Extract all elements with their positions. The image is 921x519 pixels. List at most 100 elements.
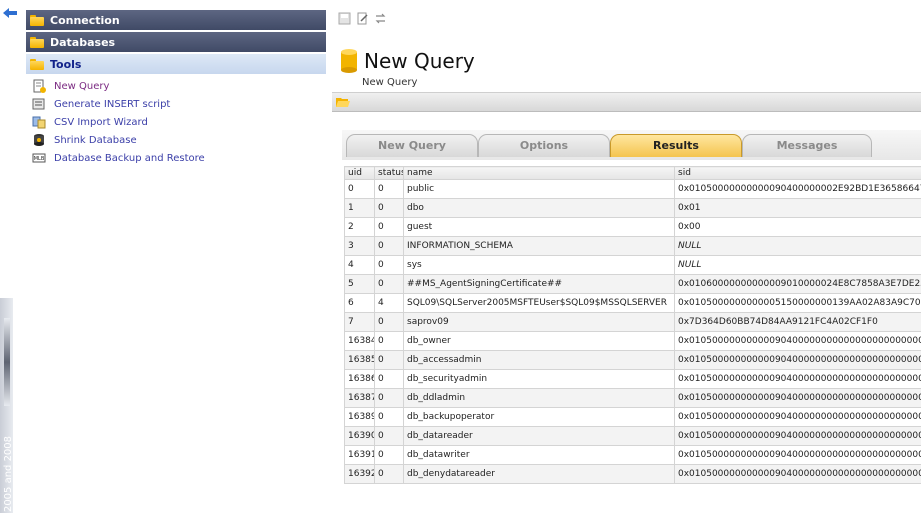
table-cell-uid: 16390 xyxy=(345,427,375,446)
table-cell-uid: 3 xyxy=(345,237,375,256)
results-table: uid status name sid 00public0x0105000000… xyxy=(344,166,921,484)
table-cell-status: 0 xyxy=(375,237,404,256)
tool-shrink-database[interactable]: Shrink Database xyxy=(32,132,137,148)
table-cell-uid: 16389 xyxy=(345,408,375,427)
section-label: Connection xyxy=(50,14,120,27)
table-cell-name: db_datawriter xyxy=(404,446,675,465)
new-query-icon xyxy=(32,79,46,93)
table-cell-sid: 0x01050000000000090400000000000000000000… xyxy=(675,446,921,465)
table-row[interactable]: 163920db_denydatareader0x010500000000000… xyxy=(345,465,921,484)
table-row[interactable]: 00public0x01050000000000090400000002E92B… xyxy=(345,180,921,199)
column-header[interactable]: name xyxy=(404,167,675,180)
table-row[interactable]: 163910db_datawriter0x0105000000000009040… xyxy=(345,446,921,465)
column-header[interactable]: uid xyxy=(345,167,375,180)
table-cell-sid: 0x7D364D60BB74D84AA9121FC4A02CF1F0 xyxy=(675,313,921,332)
table-cell-sid: NULL xyxy=(675,237,921,256)
script-icon xyxy=(32,97,46,111)
edit-icon[interactable] xyxy=(356,12,369,25)
table-cell-name: guest xyxy=(404,218,675,237)
section-connection[interactable]: Connection xyxy=(26,10,326,30)
table-body: 00public0x01050000000000090400000002E92B… xyxy=(345,180,921,484)
table-cell-status: 0 xyxy=(375,218,404,237)
main-panel: New Query New Query New Query Options Re… xyxy=(328,0,921,513)
section-tools[interactable]: Tools xyxy=(26,54,326,74)
table-cell-status: 0 xyxy=(375,199,404,218)
folder-icon xyxy=(30,37,44,48)
table-header-row: uid status name sid xyxy=(345,167,921,180)
collapse-arrow-icon[interactable] xyxy=(3,8,17,18)
table-row[interactable]: 163890db_backupoperator0x010500000000000… xyxy=(345,408,921,427)
database-icon xyxy=(340,48,358,74)
table-cell-sid: 0x01050000000000090400000000000000000000… xyxy=(675,351,921,370)
table-cell-name: ##MS_AgentSigningCertificate## xyxy=(404,275,675,294)
tool-label: CSV Import Wizard xyxy=(54,117,148,128)
content-pane: New Query Options Results Messages uid s… xyxy=(332,112,921,513)
table-cell-name: db_denydatareader xyxy=(404,465,675,484)
folder-icon xyxy=(30,15,44,26)
table-cell-status: 0 xyxy=(375,389,404,408)
table-cell-status: 0 xyxy=(375,408,404,427)
table-cell-uid: 16391 xyxy=(345,446,375,465)
table-cell-status: 0 xyxy=(375,465,404,484)
open-toolbar xyxy=(332,92,921,112)
table-cell-status: 0 xyxy=(375,332,404,351)
table-row[interactable]: 163840db_owner0x010500000000000904000000… xyxy=(345,332,921,351)
table-cell-sid: 0x01050000000000090400000000000000000000… xyxy=(675,370,921,389)
tool-generate-insert[interactable]: Generate INSERT script xyxy=(32,96,170,112)
table-row[interactable]: 163870db_ddladmin0x010500000000000904000… xyxy=(345,389,921,408)
table-row[interactable]: 50##MS_AgentSigningCertificate##0x010600… xyxy=(345,275,921,294)
table-cell-name: saprov09 xyxy=(404,313,675,332)
table-cell-uid: 1 xyxy=(345,199,375,218)
side-caption: 2005 and 2008 xyxy=(3,429,15,519)
tab-new-query[interactable]: New Query xyxy=(346,134,478,157)
section-label: Tools xyxy=(50,58,81,71)
refresh-icon[interactable] xyxy=(374,12,387,25)
column-header[interactable]: status xyxy=(375,167,404,180)
tab-options[interactable]: Options xyxy=(478,134,610,157)
table-row[interactable]: 10dbo0x01 xyxy=(345,199,921,218)
table-cell-uid: 6 xyxy=(345,294,375,313)
table-cell-uid: 16385 xyxy=(345,351,375,370)
table-cell-status: 0 xyxy=(375,180,404,199)
table-cell-uid: 16384 xyxy=(345,332,375,351)
table-cell-uid: 4 xyxy=(345,256,375,275)
table-row[interactable]: 40sysNULL xyxy=(345,256,921,275)
table-cell-sid: NULL xyxy=(675,256,921,275)
table-cell-status: 0 xyxy=(375,275,404,294)
table-cell-name: dbo xyxy=(404,199,675,218)
tool-csv-import[interactable]: CSV Import Wizard xyxy=(32,114,148,130)
tool-label: Database Backup and Restore xyxy=(54,153,205,164)
table-row[interactable]: 70saprov090x7D364D60BB74D84AA9121FC4A02C… xyxy=(345,313,921,332)
tool-label: Shrink Database xyxy=(54,135,137,146)
table-cell-sid: 0x01 xyxy=(675,199,921,218)
sidebar: Connection Databases Tools New Query Gen… xyxy=(22,0,329,513)
table-cell-uid: 5 xyxy=(345,275,375,294)
table-row[interactable]: 64SQL09\SQLServer2005MSFTEUser$SQL09$MSS… xyxy=(345,294,921,313)
tool-backup-restore[interactable]: MLB Database Backup and Restore xyxy=(32,150,205,166)
section-databases[interactable]: Databases xyxy=(26,32,326,52)
table-cell-uid: 16386 xyxy=(345,370,375,389)
table-row[interactable]: 163860db_securityadmin0x0105000000000009… xyxy=(345,370,921,389)
table-cell-sid: 0x01050000000000090400000000000000000000… xyxy=(675,427,921,446)
page-subtitle: New Query xyxy=(362,77,417,88)
table-cell-status: 0 xyxy=(375,256,404,275)
table-row[interactable]: 163900db_datareader0x0105000000000009040… xyxy=(345,427,921,446)
section-label: Databases xyxy=(50,36,115,49)
table-cell-sid: 0x01050000000000090400000000000000000000… xyxy=(675,408,921,427)
column-header[interactable]: sid xyxy=(675,167,921,180)
results-grid[interactable]: uid status name sid 00public0x0105000000… xyxy=(344,166,921,513)
save-icon[interactable] xyxy=(338,12,351,25)
table-row[interactable]: 20guest0x00 xyxy=(345,218,921,237)
tab-messages[interactable]: Messages xyxy=(742,134,872,157)
table-cell-status: 0 xyxy=(375,351,404,370)
table-cell-name: sys xyxy=(404,256,675,275)
table-cell-uid: 2 xyxy=(345,218,375,237)
table-row[interactable]: 163850db_accessadmin0x010500000000000904… xyxy=(345,351,921,370)
table-row[interactable]: 30INFORMATION_SCHEMANULL xyxy=(345,237,921,256)
table-cell-name: public xyxy=(404,180,675,199)
tool-label: Generate INSERT script xyxy=(54,99,170,110)
tab-results[interactable]: Results xyxy=(610,134,742,157)
table-cell-status: 0 xyxy=(375,446,404,465)
tool-new-query[interactable]: New Query xyxy=(32,78,109,94)
open-folder-icon[interactable] xyxy=(336,96,350,108)
